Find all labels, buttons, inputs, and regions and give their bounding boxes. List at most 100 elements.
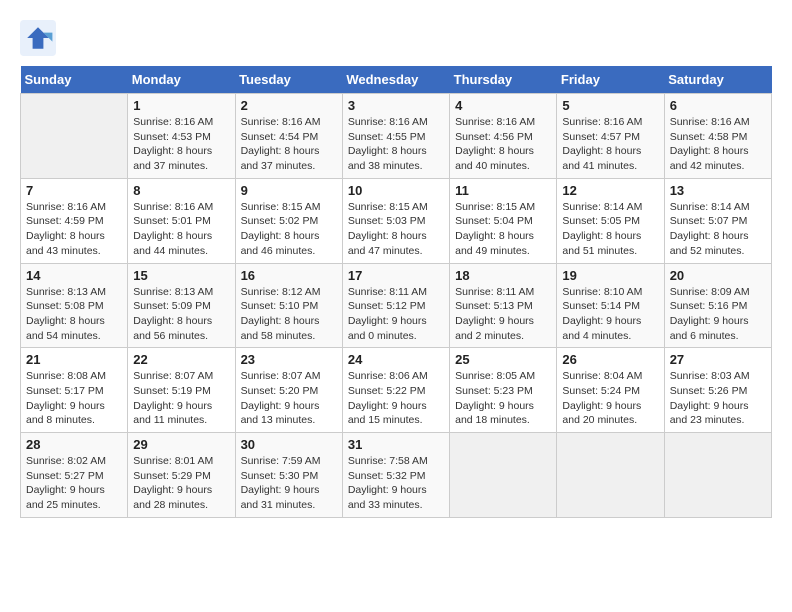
week-row-5: 28Sunrise: 8:02 AMSunset: 5:27 PMDayligh… [21, 433, 772, 518]
day-info: Sunrise: 8:13 AMSunset: 5:08 PMDaylight:… [26, 285, 122, 344]
day-header-saturday: Saturday [664, 66, 771, 94]
day-cell [557, 433, 664, 518]
day-cell: 9 Sunrise: 8:15 AMSunset: 5:02 PMDaylight… [235, 178, 342, 263]
day-info: Sunrise: 8:16 AMSunset: 5:01 PMDaylight:… [133, 200, 229, 259]
day-cell: 8 Sunrise: 8:16 AMSunset: 5:01 PMDaylight… [128, 178, 235, 263]
day-header-monday: Monday [128, 66, 235, 94]
day-cell: 21 Sunrise: 8:08 AMSunset: 5:17 PMDayligh… [21, 348, 128, 433]
week-row-3: 14 Sunrise: 8:13 AMSunset: 5:08 PMDayligh… [21, 263, 772, 348]
day-number: 2 [241, 98, 337, 113]
day-info: Sunrise: 8:08 AMSunset: 5:17 PMDaylight:… [26, 369, 122, 428]
day-cell: 27Sunrise: 8:03 AMSunset: 5:26 PMDayligh… [664, 348, 771, 433]
day-info: Sunrise: 8:06 AMSunset: 5:22 PMDaylight:… [348, 369, 444, 428]
day-cell [450, 433, 557, 518]
day-cell: 14 Sunrise: 8:13 AMSunset: 5:08 PMDayligh… [21, 263, 128, 348]
day-number: 8 [133, 183, 229, 198]
day-cell [664, 433, 771, 518]
day-info: Sunrise: 7:58 AMSunset: 5:32 PMDaylight:… [348, 454, 444, 513]
day-cell: 31 Sunrise: 7:58 AMSunset: 5:32 PMDayligh… [342, 433, 449, 518]
day-number: 25 [455, 352, 551, 367]
logo-icon [20, 20, 56, 56]
day-info: Sunrise: 8:12 AMSunset: 5:10 PMDaylight:… [241, 285, 337, 344]
day-number: 19 [562, 268, 658, 283]
day-number: 29 [133, 437, 229, 452]
day-number: 27 [670, 352, 766, 367]
day-number: 14 [26, 268, 122, 283]
day-info: Sunrise: 8:07 AMSunset: 5:19 PMDaylight:… [133, 369, 229, 428]
day-cell: 23 Sunrise: 8:07 AMSunset: 5:20 PMDayligh… [235, 348, 342, 433]
day-info: Sunrise: 8:14 AMSunset: 5:05 PMDaylight:… [562, 200, 658, 259]
day-cell: 7 Sunrise: 8:16 AMSunset: 4:59 PMDaylight… [21, 178, 128, 263]
day-number: 9 [241, 183, 337, 198]
day-info: Sunrise: 8:09 AMSunset: 5:16 PMDaylight:… [670, 285, 766, 344]
day-cell: 25 Sunrise: 8:05 AMSunset: 5:23 PMDayligh… [450, 348, 557, 433]
day-info: Sunrise: 8:16 AMSunset: 4:56 PMDaylight:… [455, 115, 551, 174]
day-number: 15 [133, 268, 229, 283]
day-info: Sunrise: 7:59 AMSunset: 5:30 PMDaylight:… [241, 454, 337, 513]
day-cell: 2Sunrise: 8:16 AMSunset: 4:54 PMDaylight… [235, 94, 342, 179]
day-cell: 15Sunrise: 8:13 AMSunset: 5:09 PMDayligh… [128, 263, 235, 348]
day-cell: 19Sunrise: 8:10 AMSunset: 5:14 PMDayligh… [557, 263, 664, 348]
day-header-thursday: Thursday [450, 66, 557, 94]
day-info: Sunrise: 8:15 AMSunset: 5:04 PMDaylight:… [455, 200, 551, 259]
day-info: Sunrise: 8:07 AMSunset: 5:20 PMDaylight:… [241, 369, 337, 428]
day-info: Sunrise: 8:16 AMSunset: 4:58 PMDaylight:… [670, 115, 766, 174]
day-info: Sunrise: 8:14 AMSunset: 5:07 PMDaylight:… [670, 200, 766, 259]
day-cell: 5Sunrise: 8:16 AMSunset: 4:57 PMDaylight… [557, 94, 664, 179]
day-cell [21, 94, 128, 179]
day-cell: 26 Sunrise: 8:04 AMSunset: 5:24 PMDayligh… [557, 348, 664, 433]
day-info: Sunrise: 8:04 AMSunset: 5:24 PMDaylight:… [562, 369, 658, 428]
day-cell: 6 Sunrise: 8:16 AMSunset: 4:58 PMDaylight… [664, 94, 771, 179]
day-number: 23 [241, 352, 337, 367]
day-info: Sunrise: 8:11 AMSunset: 5:13 PMDaylight:… [455, 285, 551, 344]
day-info: Sunrise: 8:16 AMSunset: 4:55 PMDaylight:… [348, 115, 444, 174]
week-row-1: 1Sunrise: 8:16 AMSunset: 4:53 PMDaylight… [21, 94, 772, 179]
days-header-row: SundayMondayTuesdayWednesdayThursdayFrid… [21, 66, 772, 94]
day-info: Sunrise: 8:01 AMSunset: 5:29 PMDaylight:… [133, 454, 229, 513]
day-number: 10 [348, 183, 444, 198]
day-cell: 30 Sunrise: 7:59 AMSunset: 5:30 PMDayligh… [235, 433, 342, 518]
day-info: Sunrise: 8:11 AMSunset: 5:12 PMDaylight:… [348, 285, 444, 344]
day-number: 21 [26, 352, 122, 367]
day-number: 11 [455, 183, 551, 198]
day-number: 22 [133, 352, 229, 367]
day-number: 1 [133, 98, 229, 113]
day-number: 31 [348, 437, 444, 452]
day-number: 18 [455, 268, 551, 283]
day-number: 24 [348, 352, 444, 367]
calendar-table: SundayMondayTuesdayWednesdayThursdayFrid… [20, 66, 772, 518]
day-cell: 12 Sunrise: 8:14 AMSunset: 5:05 PMDayligh… [557, 178, 664, 263]
day-cell: 3 Sunrise: 8:16 AMSunset: 4:55 PMDaylight… [342, 94, 449, 179]
day-number: 26 [562, 352, 658, 367]
day-number: 6 [670, 98, 766, 113]
day-number: 7 [26, 183, 122, 198]
day-number: 4 [455, 98, 551, 113]
week-row-2: 7 Sunrise: 8:16 AMSunset: 4:59 PMDaylight… [21, 178, 772, 263]
day-cell: 17 Sunrise: 8:11 AMSunset: 5:12 PMDayligh… [342, 263, 449, 348]
day-header-friday: Friday [557, 66, 664, 94]
day-number: 30 [241, 437, 337, 452]
day-cell: 24 Sunrise: 8:06 AMSunset: 5:22 PMDayligh… [342, 348, 449, 433]
day-info: Sunrise: 8:16 AMSunset: 4:59 PMDaylight:… [26, 200, 122, 259]
day-number: 12 [562, 183, 658, 198]
day-number: 17 [348, 268, 444, 283]
day-info: Sunrise: 8:15 AMSunset: 5:03 PMDaylight:… [348, 200, 444, 259]
day-number: 5 [562, 98, 658, 113]
day-number: 20 [670, 268, 766, 283]
day-cell: 22 Sunrise: 8:07 AMSunset: 5:19 PMDayligh… [128, 348, 235, 433]
day-number: 3 [348, 98, 444, 113]
day-header-sunday: Sunday [21, 66, 128, 94]
day-info: Sunrise: 8:02 AMSunset: 5:27 PMDaylight:… [26, 454, 122, 513]
day-cell: 13 Sunrise: 8:14 AMSunset: 5:07 PMDayligh… [664, 178, 771, 263]
day-info: Sunrise: 8:05 AMSunset: 5:23 PMDaylight:… [455, 369, 551, 428]
day-cell: 20 Sunrise: 8:09 AMSunset: 5:16 PMDayligh… [664, 263, 771, 348]
day-header-wednesday: Wednesday [342, 66, 449, 94]
day-number: 13 [670, 183, 766, 198]
day-cell: 1Sunrise: 8:16 AMSunset: 4:53 PMDaylight… [128, 94, 235, 179]
day-cell: 18 Sunrise: 8:11 AMSunset: 5:13 PMDayligh… [450, 263, 557, 348]
day-cell: 4 Sunrise: 8:16 AMSunset: 4:56 PMDaylight… [450, 94, 557, 179]
day-cell: 11 Sunrise: 8:15 AMSunset: 5:04 PMDayligh… [450, 178, 557, 263]
day-cell: 10 Sunrise: 8:15 AMSunset: 5:03 PMDayligh… [342, 178, 449, 263]
day-info: Sunrise: 8:15 AMSunset: 5:02 PMDaylight:… [241, 200, 337, 259]
day-cell: 16Sunrise: 8:12 AMSunset: 5:10 PMDayligh… [235, 263, 342, 348]
